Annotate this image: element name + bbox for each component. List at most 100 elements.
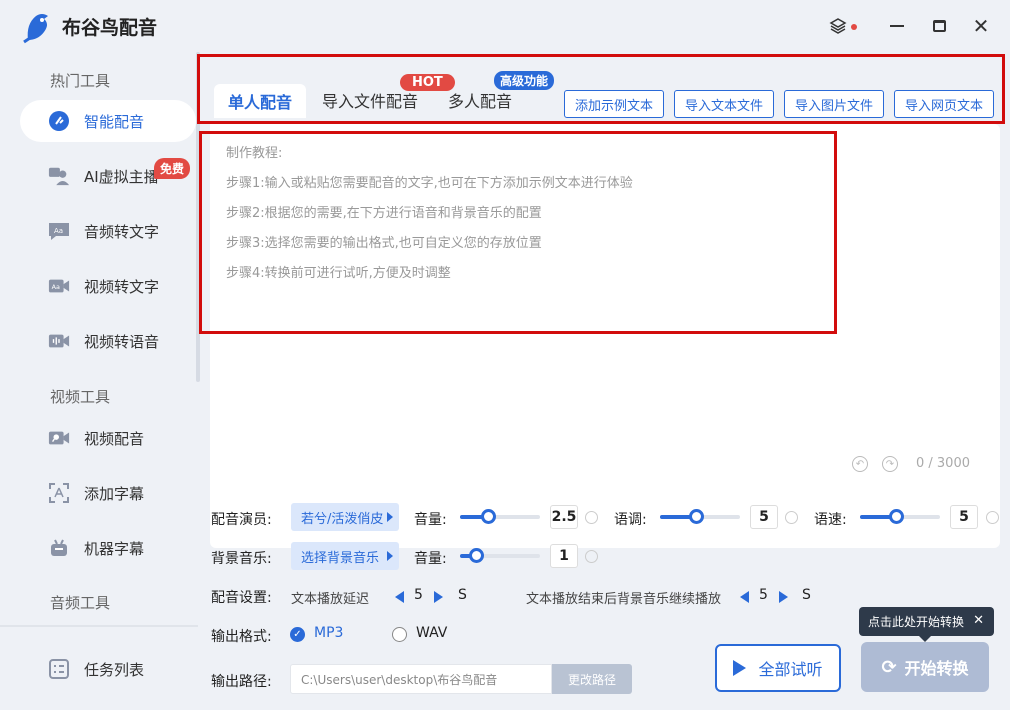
arrow-right-icon [387, 551, 393, 561]
bgm-volume-label: 音量: [414, 551, 447, 567]
arrow-right-icon [387, 512, 393, 522]
delay-unit: S [458, 587, 467, 603]
speed-slider[interactable] [860, 509, 940, 524]
section-hot-tools: 热门工具 [50, 72, 111, 90]
close-icon[interactable]: ✕ [969, 14, 993, 38]
voice-label: 配音演员: [211, 512, 272, 528]
bgm-volume-slider-knob[interactable] [469, 548, 484, 563]
sidebar-item-video-to-text[interactable]: Aa 视频转文字 [20, 265, 196, 307]
delay-increase-icon[interactable] [434, 591, 443, 603]
sidebar-item-video-to-speech[interactable]: 视频转语音 [20, 320, 196, 362]
delay-decrease-icon[interactable] [395, 591, 404, 603]
sidebar-item-label: 视频配音 [84, 429, 145, 448]
machine-subtitle-icon [48, 539, 70, 557]
bgm-volume-value[interactable]: 1 [550, 544, 578, 568]
tone-slider[interactable] [660, 509, 740, 524]
mp3-option-label[interactable]: MP3 [314, 625, 343, 641]
tone-label: 语调: [614, 512, 647, 528]
wav-radio[interactable] [392, 627, 407, 642]
delay-value[interactable]: 5 [414, 587, 423, 603]
format-label: 输出格式: [211, 629, 272, 645]
dub-settings-label: 配音设置: [211, 590, 272, 606]
convert-icon: ⟳ [881, 656, 897, 678]
section-audio-tools: 音频工具 [50, 594, 111, 612]
title-bar: 布谷鸟配音 ✕ [0, 0, 1010, 52]
char-counter: 0 / 3000 [916, 456, 970, 471]
path-label: 输出路径: [211, 674, 272, 690]
bgm-select[interactable]: 选择背景音乐 [291, 542, 399, 570]
minimize-icon[interactable] [885, 14, 909, 38]
volume-slider-knob[interactable] [481, 509, 496, 524]
bgm-value: 选择背景音乐 [301, 550, 380, 566]
task-list-icon [48, 659, 70, 679]
sidebar-item-add-subtitle[interactable]: 添加字幕 [20, 472, 196, 514]
bgm-volume-reset-icon[interactable] [585, 550, 598, 563]
preview-all-label: 全部试听 [758, 660, 823, 679]
sidebar-item-label: 音频转文字 [84, 222, 160, 241]
wav-option-label[interactable]: WAV [416, 625, 447, 641]
voice-value: 若兮/活泼俏皮 [301, 511, 384, 527]
volume-value[interactable]: 2.5 [550, 505, 578, 529]
bird-logo-icon [23, 14, 48, 44]
delay-label: 文本播放延迟 [291, 592, 370, 607]
maximize-icon[interactable] [927, 14, 951, 38]
tone-value[interactable]: 5 [750, 505, 778, 529]
speed-reset-icon[interactable] [986, 511, 999, 524]
tooltip-text: 点击此处开始转换 [868, 615, 965, 629]
play-icon [733, 660, 747, 676]
speed-value[interactable]: 5 [950, 505, 978, 529]
continue-decrease-icon[interactable] [740, 591, 749, 603]
start-convert-button[interactable]: ⟳ 开始转换 [861, 642, 989, 692]
sidebar-item-machine-subtitle[interactable]: 机器字幕 [20, 527, 196, 569]
sidebar-item-video-dub[interactable]: 视频配音 [20, 417, 196, 459]
undo-icon[interactable]: ↶ [852, 456, 868, 472]
continue-value[interactable]: 5 [759, 587, 768, 603]
notification-dot [851, 24, 857, 30]
redo-icon[interactable]: ↷ [882, 456, 898, 472]
sidebar-item-label: 视频转语音 [84, 332, 160, 351]
sidebar-item-label: 智能配音 [84, 112, 145, 131]
speed-slider-knob[interactable] [889, 509, 904, 524]
sidebar-item-smart-dub[interactable]: 智能配音 [20, 100, 196, 142]
video-dub-icon [48, 429, 70, 447]
audio-to-text-icon: Aa [48, 222, 70, 240]
smart-dub-icon [48, 111, 70, 131]
bgm-label: 背景音乐: [211, 551, 272, 567]
tone-slider-knob[interactable] [689, 509, 704, 524]
continue-label: 文本播放结束后背景音乐继续播放 [526, 592, 722, 607]
start-convert-label: 开始转换 [904, 659, 969, 678]
preview-all-button[interactable]: 全部试听 [715, 644, 841, 692]
mp3-radio[interactable]: ✓ [290, 627, 305, 642]
volume-slider[interactable] [460, 509, 540, 524]
continue-unit: S [802, 587, 811, 603]
svg-text:Aa: Aa [52, 283, 60, 291]
tooltip-close-icon[interactable]: ✕ [973, 613, 984, 628]
sidebar-item-label: 机器字幕 [84, 539, 145, 558]
bgm-volume-slider[interactable] [460, 548, 540, 563]
voice-select[interactable]: 若兮/活泼俏皮 [291, 503, 399, 531]
start-tooltip: 点击此处开始转换 ✕ [859, 607, 994, 642]
layers-icon[interactable] [826, 14, 850, 38]
tone-reset-icon[interactable] [785, 511, 798, 524]
sidebar-item-label: 任务列表 [84, 660, 145, 679]
output-path-field[interactable]: C:\Users\user\desktop\布谷鸟配音 [290, 664, 552, 694]
free-badge: 免费 [154, 158, 191, 179]
sidebar-item-label: AI虚拟主播 [84, 167, 159, 186]
sidebar-item-audio-to-text[interactable]: Aa 音频转文字 [20, 210, 196, 252]
sidebar: 热门工具 智能配音 AI虚拟主播 免费 Aa 音频转文字 Aa 视频转文字 视频… [0, 52, 200, 710]
add-subtitle-icon [48, 483, 70, 503]
sidebar-divider [0, 625, 198, 627]
volume-label: 音量: [414, 512, 447, 528]
app-title: 布谷鸟配音 [62, 17, 158, 39]
highlight-box-tabs [197, 54, 1005, 124]
sidebar-item-label: 添加字幕 [84, 484, 145, 503]
video-to-speech-icon [48, 332, 70, 350]
highlight-box-guide [199, 131, 837, 334]
ai-anchor-icon [48, 167, 70, 186]
change-path-button[interactable]: 更改路径 [552, 664, 632, 694]
sidebar-item-task-list[interactable]: 任务列表 [20, 648, 196, 690]
continue-increase-icon[interactable] [779, 591, 788, 603]
sidebar-item-label: 视频转文字 [84, 277, 160, 296]
volume-reset-icon[interactable] [585, 511, 598, 524]
section-video-tools: 视频工具 [50, 388, 111, 406]
